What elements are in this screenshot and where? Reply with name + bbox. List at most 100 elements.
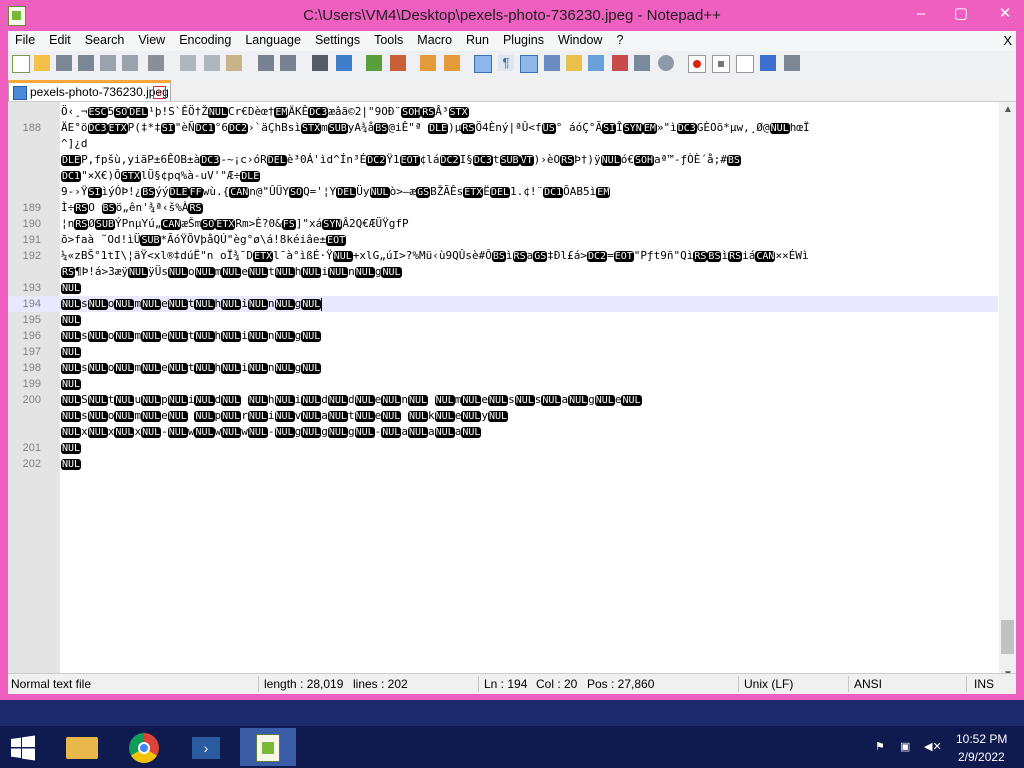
notepadpp-taskbar-icon[interactable] [240,728,296,766]
paste-icon[interactable] [226,55,242,71]
editor-lines[interactable]: Ö‹¸¬ESC5SO DEL¹þ!S`ÊÖ†ŽNULCr€Dèœ†EMÄKÊDC3… [8,104,998,472]
menu-run[interactable]: Run [459,31,496,51]
network-icon[interactable]: ▣ [900,740,910,753]
undo-icon[interactable] [258,55,274,71]
menu-language[interactable]: Language [238,31,308,51]
file-explorer-taskbar-icon[interactable] [54,728,110,766]
zoom-out-icon[interactable] [390,55,406,71]
powershell-taskbar-icon[interactable]: › [178,728,234,766]
cut-icon[interactable] [180,55,196,71]
chrome-taskbar-icon[interactable] [116,728,172,766]
clock-date[interactable]: 2/9/2022 [958,750,1005,764]
replace-icon[interactable] [336,55,352,71]
close-icon[interactable] [100,55,116,71]
editor-line[interactable]: 201 NUL [8,440,998,456]
close-all-icon[interactable] [122,55,138,71]
clock-time[interactable]: 10:52 PM [956,732,1007,746]
menu-plugins[interactable]: Plugins [496,31,551,51]
status-insert-mode[interactable]: INS [974,677,994,691]
windows-start-icon[interactable] [10,735,36,761]
editor-line[interactable]: 195 NUL [8,312,998,328]
copy-icon[interactable] [204,55,220,71]
language-icon[interactable] [544,55,560,71]
save-all-icon[interactable] [78,55,94,71]
control-char-token: NUL [301,411,322,422]
indent-guide-icon[interactable] [520,55,538,73]
action-center-flag-icon[interactable]: ⚑ [875,740,885,753]
editor-line[interactable]: 191 õ>faà ˜Od!ìÜSUB*ÃóŸÕVþåQÚ"èg°ø\á!8kéi… [8,232,998,248]
vertical-scrollbar[interactable]: ▲ ▼ [999,102,1016,682]
editor-line[interactable]: 192 ¼«zBŠ°1tI\¦äŸ<xl®‡dúË"n oÏ¾¯DETXl¯à°ì… [8,248,998,264]
control-char-token: NUL [247,395,268,406]
menu-search[interactable]: Search [78,31,132,51]
scroll-up-icon[interactable]: ▲ [1003,104,1013,115]
editor-line[interactable]: 197 NUL [8,344,998,360]
editor-line[interactable]: 189 Ì÷RSO BSö„ên'¾ª‹š%ÀRS [8,200,998,216]
word-wrap-icon[interactable] [474,55,492,73]
find-icon[interactable] [312,55,328,71]
editor-line[interactable]: 188 ÄE°öDC3 ETXP(‡*‡SI"èÑDC1°6DC2›`äÇhBsìS… [8,120,998,136]
menu-view[interactable]: View [131,31,172,51]
editor-line[interactable]: 200 NULSNULtNULuNULpNULiNULdNUL NULhNULiN… [8,392,998,408]
editor-line[interactable]: 198 NULsNULoNULmNULeNULtNULhNULiNULnNULgN… [8,360,998,376]
editor-line[interactable]: 193 NUL [8,280,998,296]
print-icon[interactable] [148,55,164,71]
title-bar[interactable]: C:\Users\VM4\Desktop\pexels-photo-736230… [0,0,1024,31]
editor-area[interactable]: Ö‹¸¬ESC5SO DEL¹þ!S`ÊÖ†ŽNULCr€Dèœ†EMÄKÊDC3… [8,102,1016,692]
editor-line[interactable]: 9-›ŸSIìýÓÞ!¿BSýýDLE FFwù.{CANn@"ÛÜYSOQ='¦… [8,184,998,200]
menu-macro[interactable]: Macro [410,31,459,51]
maximize-button[interactable]: ▢ [944,4,978,24]
status-encoding[interactable]: ANSI [854,677,882,691]
editor-line[interactable]: NULxNULxNULxNUL-NULwNULwNULwNUL-NULgNULg… [8,424,998,440]
editor-line[interactable]: 196 NULsNULoNULmNULeNULtNULhNULiNULnNULgN… [8,328,998,344]
volume-muted-icon[interactable]: ◀✕ [924,740,942,753]
zoom-in-icon[interactable] [366,55,382,71]
sync-vertical-icon[interactable] [420,55,436,71]
editor-line[interactable]: NULsNULoNULmNULeNUL NULpNULrNULiNULvNULa… [8,408,998,424]
tab-close-icon[interactable]: x [153,86,166,99]
editor-line[interactable]: DLEP,fpšù,yiãP±6ÊOB±àDC3-~¡c›óRDELè³0Á'ì… [8,152,998,168]
new-file-icon[interactable] [12,55,30,73]
menu-window[interactable]: Window [551,31,609,51]
document-map-icon[interactable] [566,55,582,71]
save-icon[interactable] [56,55,72,71]
redo-icon[interactable] [280,55,296,71]
editor-line[interactable]: 199 NUL [8,376,998,392]
close-document-x[interactable]: X [1003,33,1012,48]
function-list-icon[interactable] [588,55,604,71]
control-char-token: NUL [114,331,135,342]
tab-pexels-photo[interactable]: pexels-photo-736230.jpeg x [8,80,171,101]
editor-line[interactable]: 202 NUL [8,456,998,472]
editor-line[interactable]: 194 NULsNULoNULmNULeNULtNULhNULiNULnNULgN… [8,296,998,312]
menu-help[interactable]: ? [609,31,630,51]
folder-as-workspace-icon[interactable] [612,55,628,71]
editor-line[interactable]: RS¶Þ!á>3æÿNULÿÜsNULoNULmNULeNULtNULhNULi… [8,264,998,280]
show-all-chars-icon[interactable]: ¶ [498,55,514,71]
stop-record-icon[interactable] [712,55,730,73]
menu-edit[interactable]: Edit [42,31,78,51]
save-macro-icon[interactable] [784,55,800,71]
open-file-icon[interactable] [34,55,50,71]
control-char-token: NUL [354,411,375,422]
menu-encoding[interactable]: Encoding [172,31,238,51]
editor-line[interactable]: ^]¿d [8,136,998,152]
editor-line[interactable]: DC1"×X€)ÕSTXlÜ§¢pq%à-uV'"Æ÷DLE [8,168,998,184]
menu-tools[interactable]: Tools [367,31,410,51]
sync-horizontal-icon[interactable] [444,55,460,71]
run-macro-multiple-icon[interactable] [760,55,776,71]
line-number: 201 [22,442,41,454]
status-eol[interactable]: Unix (LF) [744,677,793,691]
close-window-button[interactable]: ✕ [988,4,1022,24]
record-macro-icon[interactable] [688,55,706,73]
menu-settings[interactable]: Settings [308,31,367,51]
control-char-token: NUL [61,443,82,454]
editor-line[interactable]: Ö‹¸¬ESC5SO DEL¹þ!S`ÊÖ†ŽNULCr€Dèœ†EMÄKÊDC3… [8,104,998,120]
menu-file[interactable]: File [8,31,42,51]
monitoring-icon[interactable] [634,55,650,71]
control-char-token: NUL [354,427,375,438]
play-macro-icon[interactable] [736,55,754,73]
minimize-button[interactable]: – [904,4,938,24]
editor-line[interactable]: 190 ¦nRSØSUBÝPnµYú„CANæŠmSO ETXRm>È?0&FS]"… [8,216,998,232]
scroll-thumb[interactable] [1001,620,1014,654]
eye-icon[interactable] [658,55,674,71]
